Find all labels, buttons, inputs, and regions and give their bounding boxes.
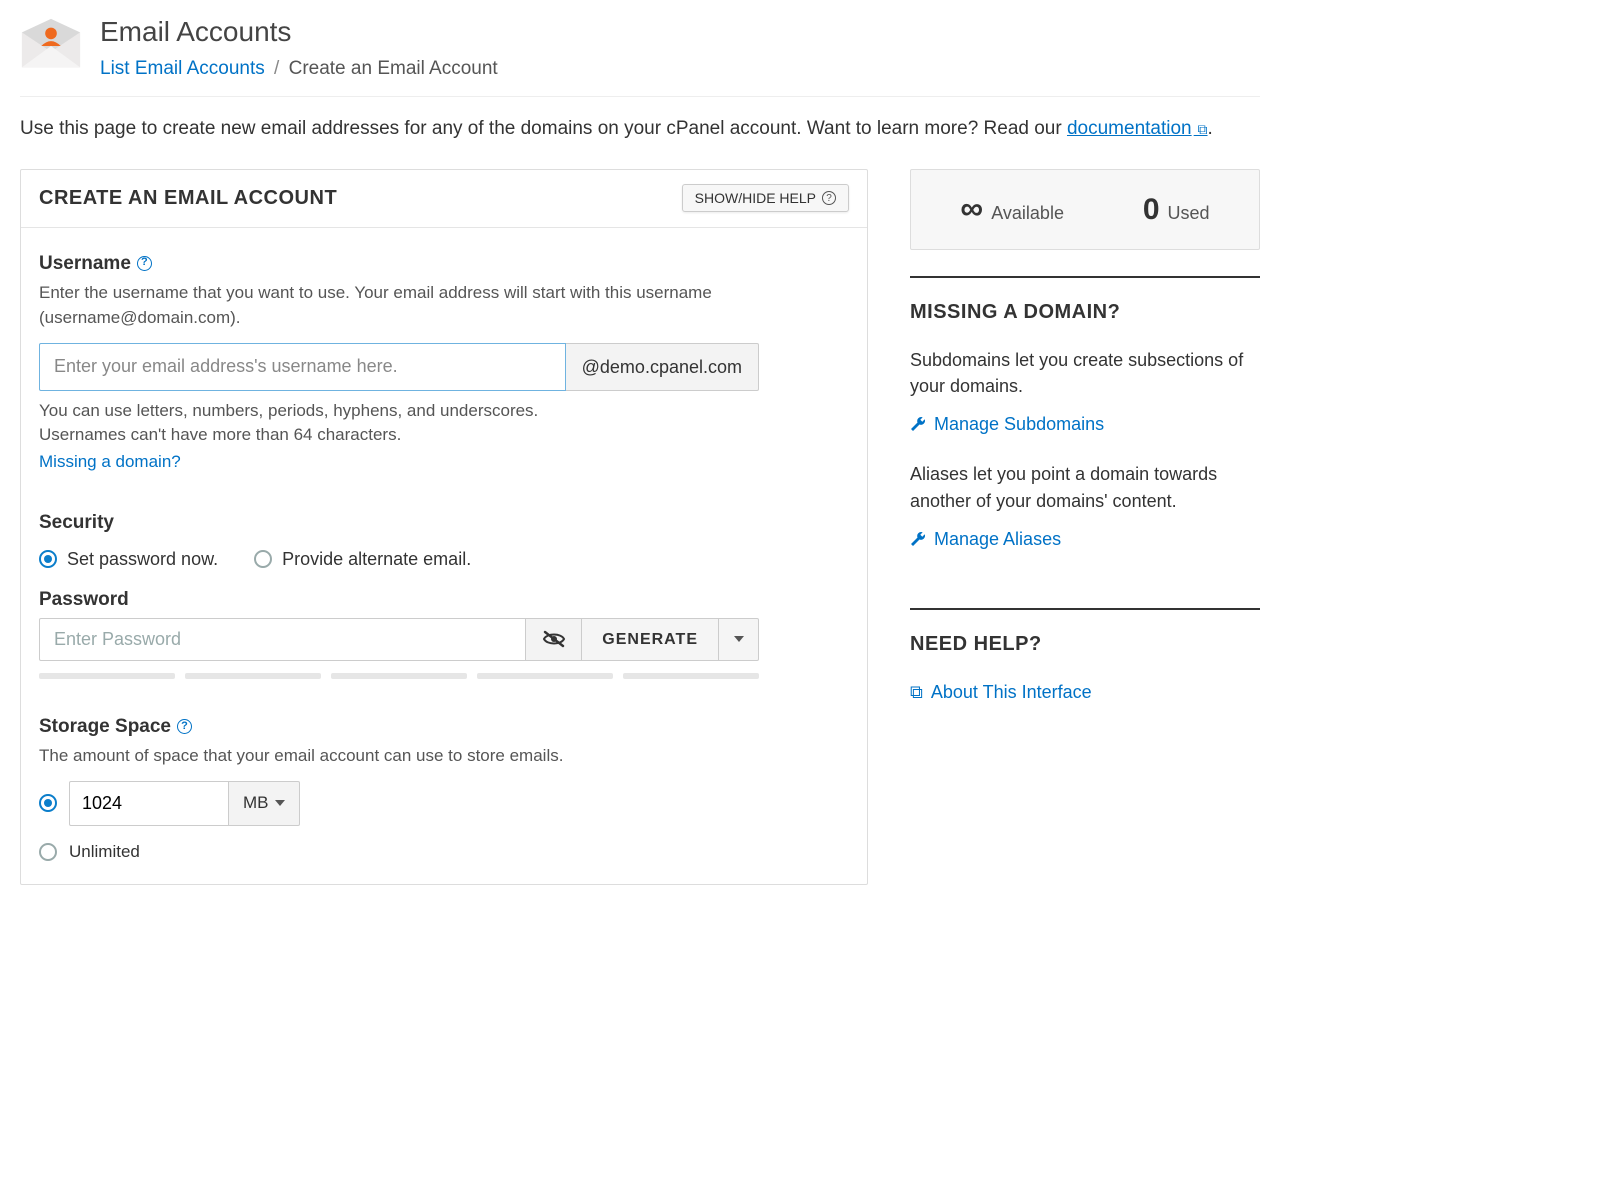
used-value: 0 [1143, 188, 1160, 232]
breadcrumb-current: Create an Email Account [289, 58, 498, 79]
security-label: Security [39, 509, 114, 537]
password-strength-meter [39, 673, 759, 679]
quota-stats: ∞ Available 0 Used [910, 169, 1260, 251]
breadcrumb-separator: / [274, 58, 279, 79]
email-accounts-icon [20, 18, 82, 72]
documentation-link[interactable]: documentation ⧉ [1067, 118, 1208, 139]
username-help-text: Enter the username that you want to use.… [39, 281, 849, 330]
radio-storage-custom[interactable] [39, 794, 57, 812]
chevron-down-icon [734, 636, 744, 642]
generate-password-button[interactable]: GENERATE [582, 618, 719, 661]
about-interface-link[interactable]: ⧉ About This Interface [910, 679, 1092, 705]
storage-section: Storage Space ? The amount of space that… [39, 713, 849, 864]
chevron-down-icon [275, 800, 285, 806]
alias-desc: Aliases let you point a domain towards a… [910, 461, 1260, 513]
generate-dropdown-button[interactable] [719, 618, 759, 661]
username-label: Username [39, 250, 131, 278]
username-input[interactable] [39, 343, 566, 391]
create-account-panel: CREATE AN EMAIL ACCOUNT SHOW/HIDE HELP ?… [20, 169, 868, 886]
username-section: Username ? Enter the username that you w… [39, 250, 849, 475]
missing-domain-title: MISSING A DOMAIN? [910, 298, 1260, 327]
storage-unlimited-label: Unlimited [69, 840, 140, 865]
username-note: You can use letters, numbers, periods, h… [39, 399, 559, 448]
available-value: ∞ [960, 192, 983, 224]
used-label: Used [1168, 200, 1210, 226]
eye-slash-icon [542, 627, 566, 651]
show-hide-help-button[interactable]: SHOW/HIDE HELP ? [682, 184, 849, 212]
toggle-password-visibility-button[interactable] [526, 618, 582, 661]
password-label: Password [39, 586, 129, 614]
username-help-icon[interactable]: ? [137, 256, 152, 271]
radio-provide-alternate-email[interactable]: Provide alternate email. [254, 546, 471, 572]
help-icon: ? [822, 191, 836, 205]
external-link-icon: ⧉ [1194, 121, 1208, 137]
storage-unit-select[interactable]: MB [229, 781, 300, 826]
radio-icon [254, 550, 272, 568]
available-label: Available [991, 200, 1064, 226]
storage-label: Storage Space [39, 713, 171, 741]
panel-title: CREATE AN EMAIL ACCOUNT [39, 184, 337, 213]
breadcrumb-list-link[interactable]: List Email Accounts [100, 58, 265, 79]
radio-icon [39, 550, 57, 568]
missing-domain-section: MISSING A DOMAIN? Subdomains let you cre… [910, 276, 1260, 576]
storage-value-input[interactable] [69, 781, 229, 826]
page-header: Email Accounts List Email Accounts / Cre… [20, 8, 1260, 97]
radio-storage-unlimited[interactable] [39, 843, 57, 861]
storage-help-text: The amount of space that your email acco… [39, 744, 849, 769]
wrench-icon [910, 416, 926, 432]
page-title: Email Accounts [100, 12, 498, 53]
manage-subdomains-link[interactable]: Manage Subdomains [910, 411, 1104, 437]
domain-suffix: @demo.cpanel.com [566, 343, 759, 391]
need-help-section: NEED HELP? ⧉ About This Interface [910, 608, 1260, 729]
password-input[interactable] [39, 618, 526, 661]
external-link-icon: ⧉ [910, 679, 923, 705]
breadcrumb: List Email Accounts / Create an Email Ac… [100, 55, 498, 83]
wrench-icon [910, 531, 926, 547]
need-help-title: NEED HELP? [910, 630, 1260, 659]
security-section: Security Set password now. Provide alter… [39, 509, 849, 679]
radio-set-password-now[interactable]: Set password now. [39, 546, 218, 572]
intro-text: Use this page to create new email addres… [20, 115, 1260, 143]
storage-help-icon[interactable]: ? [177, 719, 192, 734]
manage-aliases-link[interactable]: Manage Aliases [910, 526, 1061, 552]
missing-domain-link[interactable]: Missing a domain? [39, 450, 181, 475]
subdomain-desc: Subdomains let you create subsections of… [910, 347, 1260, 399]
